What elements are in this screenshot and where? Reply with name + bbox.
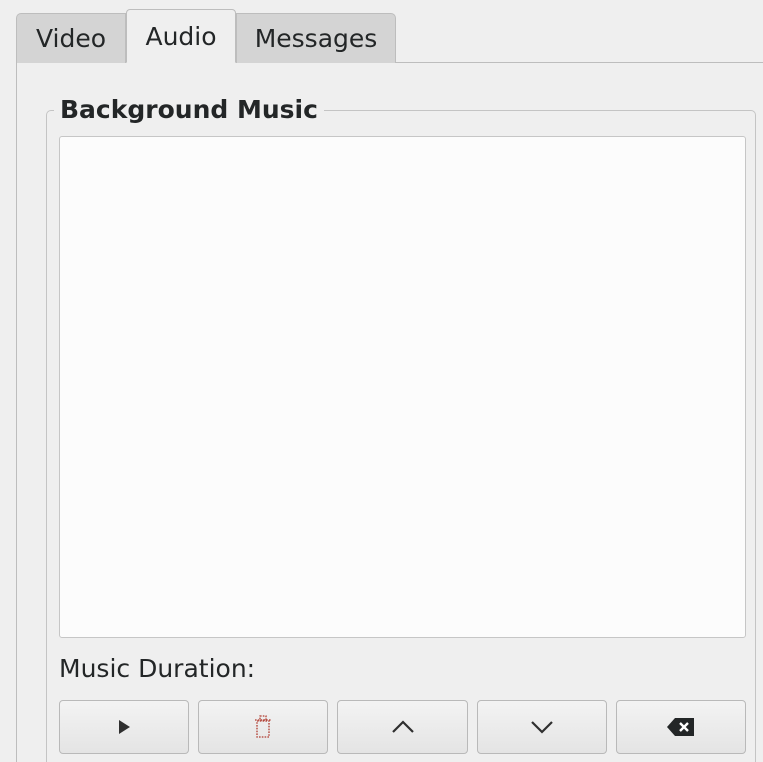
play-icon xyxy=(119,720,131,734)
remove-button[interactable] xyxy=(198,700,329,754)
tab-bar: Video Audio Messages xyxy=(16,9,396,63)
tab-messages[interactable]: Messages xyxy=(236,13,396,63)
tab-audio[interactable]: Audio xyxy=(126,9,236,63)
music-button-row xyxy=(59,700,747,754)
background-music-title: Background Music xyxy=(54,93,324,127)
tab-video[interactable]: Video xyxy=(16,13,126,63)
chevron-down-icon xyxy=(530,721,553,734)
backspace-icon xyxy=(666,718,694,736)
play-button[interactable] xyxy=(59,700,190,754)
trash-icon xyxy=(255,715,272,738)
tab-video-label: Video xyxy=(35,24,107,53)
tab-audio-label: Audio xyxy=(145,21,217,51)
music-duration-label: Music Duration: xyxy=(59,654,256,683)
move-down-button[interactable] xyxy=(476,700,607,754)
tab-messages-label: Messages xyxy=(254,24,378,53)
chevron-up-icon xyxy=(391,720,414,733)
clear-button[interactable] xyxy=(615,700,747,754)
window: Video Audio Messages Background Music Mu… xyxy=(0,0,763,762)
music-list[interactable] xyxy=(59,136,746,638)
move-up-button[interactable] xyxy=(337,700,468,754)
